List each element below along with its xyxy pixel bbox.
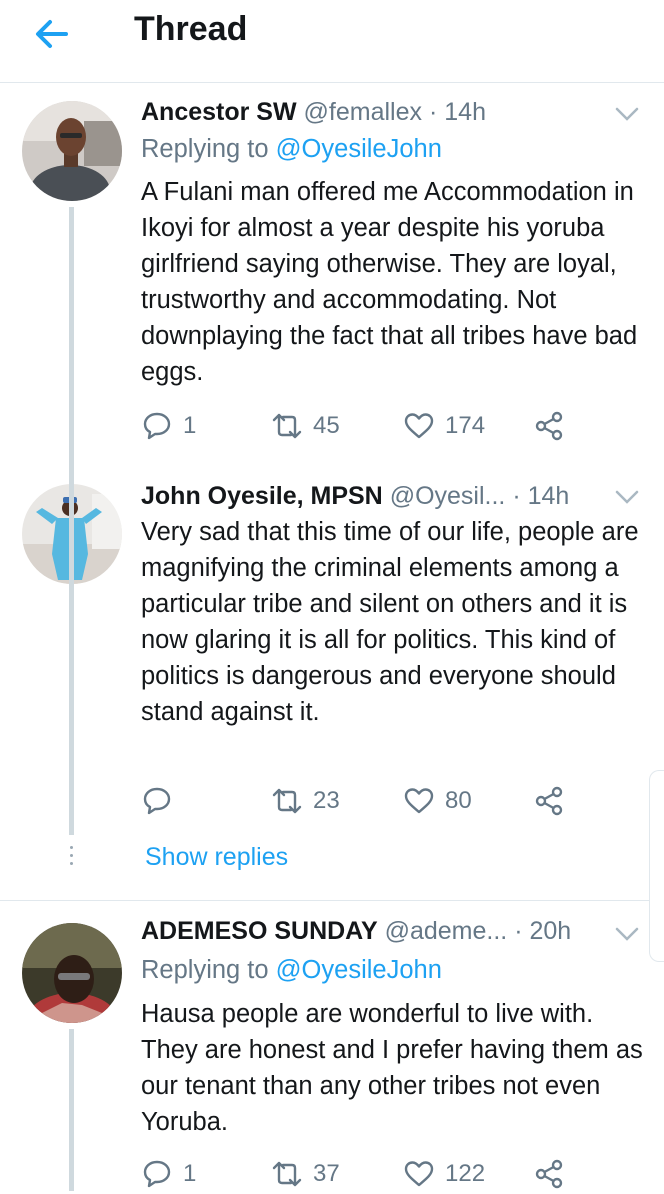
thread-more-dots-icon [70, 846, 74, 870]
share-icon [535, 1159, 563, 1189]
reply-button[interactable]: 1 [141, 406, 196, 446]
retweet-icon [272, 413, 302, 439]
top-bar: Thread [0, 0, 664, 83]
reply-button[interactable] [141, 781, 183, 821]
tweet-header: John Oyesile, MPSN @Oyesil... · 14h [141, 482, 618, 518]
retweet-button[interactable]: 37 [271, 1154, 340, 1194]
reply-count: 1 [183, 412, 197, 439]
tweet-actions: 1 45 174 [141, 406, 646, 446]
tweet-text: Very sad that this time of our life, peo… [141, 518, 639, 726]
chevron-down-icon[interactable] [614, 488, 640, 506]
heart-icon [404, 413, 434, 439]
chevron-down-icon[interactable] [614, 925, 640, 943]
tweet-ancestor-sw[interactable]: Ancestor SW @femallex · 14h Replying to … [0, 83, 664, 477]
retweet-count: 23 [313, 787, 340, 814]
avatar[interactable] [22, 923, 122, 1023]
replying-to-label: Replying to [141, 135, 269, 163]
retweet-icon [272, 788, 302, 814]
arrow-left-icon [36, 20, 68, 48]
share-button[interactable] [533, 781, 565, 821]
show-replies-link[interactable]: Show replies [145, 843, 288, 872]
heart-icon [404, 1161, 434, 1187]
like-count: 80 [445, 787, 472, 814]
thread-line [69, 207, 74, 477]
separator-dot: · [428, 98, 438, 126]
display-name[interactable]: Ancestor SW [141, 98, 297, 126]
like-button[interactable]: 80 [403, 781, 472, 821]
tweet-text: A Fulani man offered me Accommodation in… [141, 178, 638, 386]
avatar[interactable] [22, 101, 122, 201]
tweet-text: Hausa people are wonderful to live with.… [141, 1000, 643, 1136]
user-handle[interactable]: @Oyesil... [390, 482, 506, 510]
page-title: Thread [134, 10, 248, 48]
retweet-count: 45 [313, 412, 340, 439]
retweet-icon [272, 1161, 302, 1187]
like-button[interactable]: 174 [403, 406, 485, 446]
timestamp[interactable]: 20h [529, 917, 571, 945]
retweet-button[interactable]: 23 [271, 781, 340, 821]
display-name[interactable]: John Oyesile, MPSN [141, 482, 383, 510]
like-count: 174 [445, 412, 486, 439]
tweet-ademeso-sunday[interactable]: ADEMESO SUNDAY @ademe... · 20h Replying … [0, 901, 664, 1191]
display-name[interactable]: ADEMESO SUNDAY [141, 917, 378, 945]
separator-dot: · [512, 482, 521, 510]
tweet-header: ADEMESO SUNDAY @ademe... · 20h [141, 917, 618, 953]
like-count: 122 [445, 1160, 486, 1187]
like-button[interactable]: 122 [403, 1154, 485, 1194]
reply-button[interactable]: 1 [141, 1154, 196, 1194]
heart-icon [404, 788, 434, 814]
mention-link[interactable]: @OyesileJohn [276, 135, 442, 163]
share-icon [535, 786, 563, 816]
tweet-john-oyesile[interactable]: John Oyesile, MPSN @Oyesil... · 14h Very… [0, 468, 664, 898]
reply-icon [143, 1160, 171, 1188]
retweet-count: 37 [313, 1160, 340, 1187]
replying-to: Replying to @OyesileJohn [141, 956, 442, 985]
chevron-down-icon[interactable] [614, 105, 640, 123]
share-button[interactable] [533, 1154, 565, 1194]
reply-count: 1 [183, 1160, 197, 1187]
tweet-actions: 1 37 122 [141, 1154, 646, 1194]
back-button[interactable] [30, 14, 74, 54]
tweet-actions: 23 80 [141, 781, 646, 821]
retweet-button[interactable]: 45 [271, 406, 340, 446]
share-button[interactable] [533, 406, 565, 446]
edge-handle[interactable] [649, 770, 664, 962]
separator-dot: · [514, 917, 523, 945]
thread-line [69, 468, 74, 835]
thread-line [69, 1029, 74, 1191]
replying-to-label: Replying to [141, 956, 269, 984]
mention-link[interactable]: @OyesileJohn [276, 956, 442, 984]
replying-to: Replying to @OyesileJohn [141, 135, 442, 164]
user-handle[interactable]: @ademe... [385, 917, 508, 945]
reply-icon [143, 412, 171, 440]
timestamp[interactable]: 14h [528, 482, 570, 510]
user-handle[interactable]: @femallex [304, 98, 422, 126]
tweet-header: Ancestor SW @femallex · 14h [141, 98, 618, 134]
reply-icon [143, 787, 171, 815]
timestamp[interactable]: 14h [444, 98, 486, 126]
share-icon [535, 411, 563, 441]
